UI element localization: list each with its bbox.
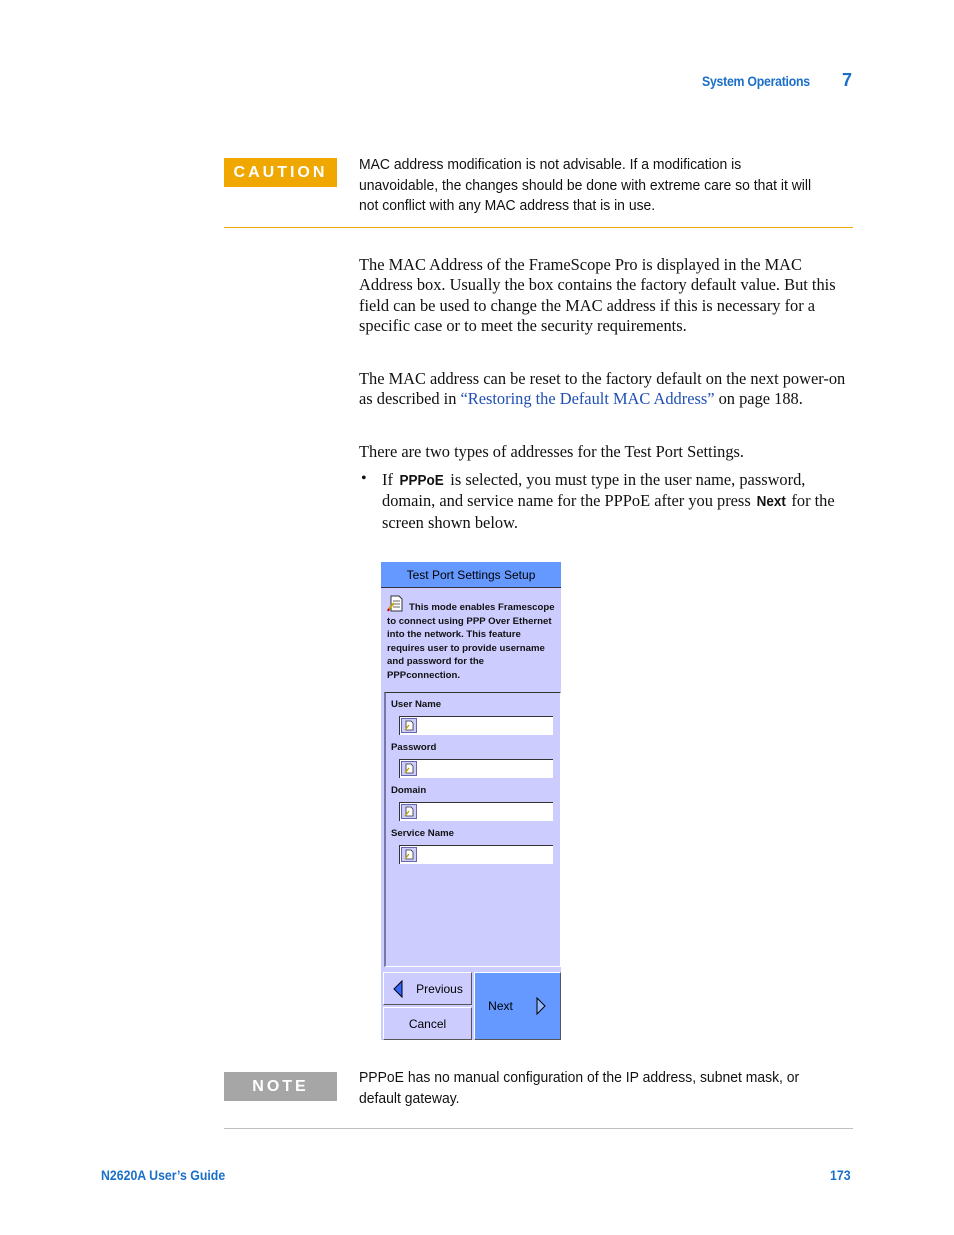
caution-badge: CAUTION [224,158,337,187]
previous-button[interactable]: Previous [383,972,472,1005]
pppoe-form: User Name Password Domain Service Name [384,692,561,967]
bullet-icon: • [361,470,367,487]
paragraph-mac-address: The MAC Address of the FrameScope Pro is… [359,255,836,336]
paragraph-address-types: There are two types of addresses for the… [359,442,745,461]
cancel-button[interactable]: Cancel [383,1007,472,1040]
domain-input[interactable] [399,802,553,821]
service-name-input[interactable] [399,845,553,864]
domain-label: Domain [391,785,427,796]
device-title-bar: Test Port Settings Setup [381,562,561,588]
bullet-text-2: is selected, you must type in the user n… [382,470,806,511]
device-screenshot: Test Port Settings Setup This mode enabl… [381,562,561,1040]
keyboard-icon[interactable] [401,804,417,819]
chapter-number: 7 [842,70,853,90]
footer-page-number: 173 [830,1167,851,1183]
service-name-label: Service Name [391,828,454,839]
footer-guide-title: N2620A User’s Guide [101,1167,226,1183]
previous-label: Previous [416,981,463,996]
arrow-left-icon [393,979,403,998]
restoring-default-mac-link[interactable]: “Restoring the Default MAC Address” [461,389,715,408]
keyword-next: Next [756,493,786,511]
caution-divider [224,227,853,228]
document-edit-icon [387,595,403,612]
note-divider [224,1128,853,1129]
user-name-label: User Name [391,699,442,710]
paragraph-reset: The MAC address can be reset to the fact… [359,369,854,410]
password-input[interactable] [399,759,553,778]
arrow-right-icon [536,997,546,1015]
cancel-label: Cancel [408,1016,447,1031]
keyboard-icon[interactable] [401,847,417,862]
note-badge: NOTE [224,1072,337,1101]
keyword-pppoe: PPPoE [399,472,444,489]
caution-text: MAC address modification is not advisabl… [359,156,812,214]
user-name-input[interactable] [399,716,553,735]
running-header-section: System Operations [702,73,810,89]
bullet-text-1: If [382,470,398,489]
next-button[interactable]: Next [474,972,561,1040]
next-label: Next [488,999,513,1013]
paragraph-reset-page: on page 188. [714,389,803,409]
keyboard-icon[interactable] [401,718,417,733]
bullet-pppoe: If PPPoE is selected, you must type in t… [382,470,857,533]
password-label: Password [391,742,437,753]
note-text: PPPoE has no manual configuration of the… [359,1069,800,1107]
keyboard-icon[interactable] [401,761,417,776]
device-info: This mode enables Framescope to connect … [387,595,559,682]
device-info-text: This mode enables Framescope to connect … [387,602,555,681]
